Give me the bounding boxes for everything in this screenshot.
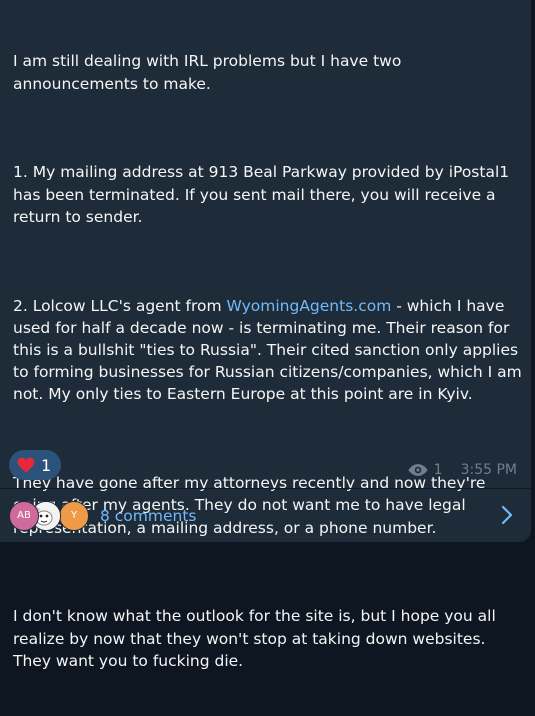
reaction-count: 1 xyxy=(41,455,52,475)
avatar: Y xyxy=(59,500,89,531)
message-paragraph-3: 2. Lolcow LLC's agent from WyomingAgents… xyxy=(13,295,525,406)
commenter-avatars: AB Y xyxy=(9,500,89,531)
message-paragraph-1: I am still dealing with IRL problems but… xyxy=(13,52,407,93)
heart-icon xyxy=(17,457,35,473)
wyomingagents-link[interactable]: WyomingAgents.com xyxy=(227,297,392,315)
message-text: I am still dealing with IRL problems but… xyxy=(13,6,525,716)
avatar: AB xyxy=(9,500,39,531)
eye-icon xyxy=(408,464,428,476)
view-count: 1 xyxy=(433,462,443,478)
message-paragraph-5: I don't know what the outlook for the si… xyxy=(13,607,501,670)
message-meta: 1 3:55 PM xyxy=(408,462,517,478)
message-bubble: I am still dealing with IRL problems but… xyxy=(0,0,531,670)
comments-label: 8 comments xyxy=(100,506,197,525)
message-time: 3:55 PM xyxy=(460,462,517,478)
comments-button[interactable]: AB Y 8 comments xyxy=(0,489,531,542)
heart-reaction-button[interactable]: 1 xyxy=(9,450,62,480)
paragraph-3-start: 2. Lolcow LLC's agent from xyxy=(13,296,227,315)
chevron-right-icon xyxy=(501,505,513,525)
message-paragraph-2: 1. My mailing address at 913 Beal Parkwa… xyxy=(13,163,515,226)
